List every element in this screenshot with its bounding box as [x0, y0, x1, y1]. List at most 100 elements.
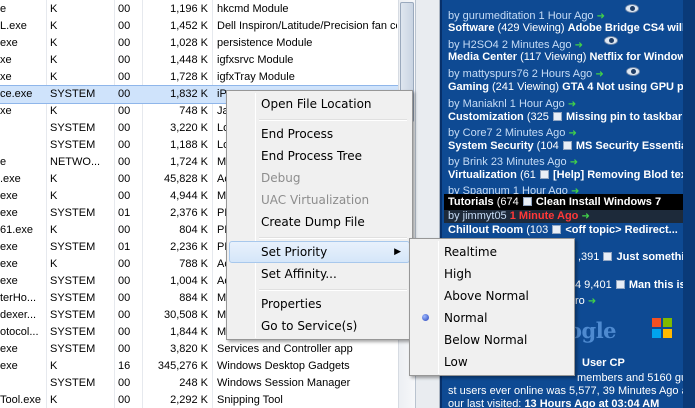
thread-title[interactable]: MS Security Essentials -: [576, 140, 695, 152]
user-cp-link[interactable]: User CP: [582, 356, 695, 370]
process-cpu: 01: [118, 241, 131, 253]
forum-name[interactable]: Chillout Room: [448, 224, 523, 236]
process-memory: 748 K: [179, 105, 208, 117]
priority-low[interactable]: Low: [412, 351, 572, 373]
forum-lastpost-line[interactable]: by Core7 2 Minutes Ago ➜: [448, 126, 695, 140]
process-name: xe: [0, 71, 12, 83]
process-description: hkcmd Module: [217, 3, 289, 15]
menu-item-properties[interactable]: Properties: [229, 293, 410, 315]
menu-item-label: High: [444, 267, 472, 281]
process-row[interactable]: exe K 16 345,276 K Windows Desktop Gadgets: [0, 358, 415, 375]
forum-name[interactable]: Media Center: [448, 51, 517, 63]
process-description: Snipping Tool: [217, 394, 283, 406]
forum-name[interactable]: Gaming: [448, 81, 489, 93]
go-arrow-icon[interactable]: ➜: [568, 99, 576, 110]
forum-name[interactable]: System Security: [448, 140, 534, 152]
process-user: K: [50, 173, 58, 185]
process-row[interactable]: xe K 00 1,448 K igfxsrvc Module: [0, 52, 415, 69]
go-arrow-icon[interactable]: ➜: [568, 128, 576, 139]
process-name: exe: [0, 241, 18, 253]
forum-row-gaming[interactable]: Gaming (241 Viewing) GTA 4 Not using GPU…: [448, 80, 695, 94]
menu-item-open-file-location[interactable]: Open File Location: [229, 93, 410, 115]
thread-title[interactable]: [Help] Removing Blod text in: [553, 169, 695, 181]
post-author[interactable]: by jimmyt05: [448, 210, 507, 222]
forum-name[interactable]: Virtualization: [448, 169, 517, 181]
process-cpu: 00: [118, 156, 131, 168]
priority-realtime[interactable]: Realtime: [412, 241, 572, 263]
forum-row-customization[interactable]: Customization (325 Missing pin to taskba…: [448, 110, 695, 124]
radio-selected-icon: [422, 314, 429, 321]
forum-lastpost-line[interactable]: by jimmyt05 1 Minute Ago ➜: [444, 210, 695, 223]
post-author[interactable]: by Core7: [448, 127, 493, 139]
forum-name[interactable]: Tutorials: [448, 196, 494, 208]
go-arrow-icon[interactable]: ➜: [570, 157, 578, 168]
priority-normal[interactable]: Normal: [412, 307, 572, 329]
process-description: Services and Controller app: [217, 343, 353, 355]
process-row[interactable]: e K 00 1,196 K hkcmd Module: [0, 1, 415, 18]
thread-title[interactable]: Clean Install Windows 7: [536, 196, 661, 208]
forum-row-media-center[interactable]: Media Center (117 Viewing) Netflix for W…: [448, 50, 695, 64]
thread-title[interactable]: Netflix for Windows 7: [589, 51, 695, 63]
menu-item-end-process-tree[interactable]: End Process Tree: [229, 145, 410, 167]
menu-item-label: UAC Virtualization: [261, 193, 370, 207]
process-row[interactable]: exe K 00 1,028 K persistence Module: [0, 35, 415, 52]
viewing-count: (429 Viewing): [497, 22, 565, 34]
forum-row-virtualization[interactable]: Virtualization (61 [Help] Removing Blod …: [448, 168, 695, 182]
process-user: K: [50, 105, 58, 117]
menu-item-go-to-services[interactable]: Go to Service(s): [229, 315, 410, 337]
thread-title[interactable]: Adobe Bridge CS4 will not: [568, 22, 695, 34]
forum-row-stats[interactable]: ,391 Just something fo: [578, 250, 695, 264]
post-author[interactable]: by Maniaknl: [448, 98, 507, 110]
forum-row-system-security[interactable]: System Security (104 MS Security Essenti…: [448, 139, 695, 153]
process-description: persistence Module: [217, 37, 313, 49]
menu-item-label: Realtime: [444, 245, 497, 259]
menu-item-create-dump-file[interactable]: Create Dump File: [229, 211, 410, 233]
forum-row-tutorials[interactable]: Tutorials (674 Clean Install Windows 7: [444, 194, 695, 210]
go-arrow-icon[interactable]: ➜: [588, 296, 596, 307]
thread-title[interactable]: Missing pin to taskbar opti: [566, 111, 695, 123]
process-cpu: 00: [118, 3, 131, 15]
eye-icon: [625, 4, 639, 13]
process-row[interactable]: exe SYSTEM 00 3,820 K Services and Controlle…: [0, 341, 415, 358]
forum-scrollbar[interactable]: [683, 0, 695, 408]
process-name: .exe: [0, 173, 21, 185]
forum-lastpost-line[interactable]: by Brink 23 Minutes Ago ➜: [448, 155, 695, 169]
post-author[interactable]: by mattyspurs76: [448, 68, 529, 80]
menu-item-set-affinity[interactable]: Set Affinity...: [229, 263, 410, 285]
forum-row-software[interactable]: Software (429 Viewing) Adobe Bridge CS4 …: [448, 21, 695, 35]
process-row[interactable]: L.exe K 00 1,452 K Dell Inspiron/Latitude/Pr…: [0, 18, 415, 35]
process-name: exe: [0, 360, 18, 372]
process-name: ce.exe: [0, 88, 33, 100]
thread-icon: [539, 170, 549, 179]
forum-name[interactable]: Customization: [448, 111, 524, 123]
process-name: L.exe: [0, 20, 27, 32]
process-row[interactable]: Tool.exe K 00 2,292 K Snipping Tool: [0, 392, 415, 408]
post-author[interactable]: by Brink: [448, 156, 488, 168]
priority-below-normal[interactable]: Below Normal: [412, 329, 572, 351]
go-arrow-icon[interactable]: ➜: [581, 211, 589, 222]
forum-lastpost-line[interactable]: by Maniaknl 1 Hour Ago ➜: [448, 97, 695, 111]
process-memory: 1,188 K: [170, 139, 208, 151]
process-user: K: [50, 20, 58, 32]
process-cpu: 00: [118, 173, 131, 185]
go-arrow-icon[interactable]: ➜: [595, 69, 603, 80]
forum-lastpost-line[interactable]: by mattyspurs76 2 Hours Ago ➜: [448, 67, 695, 81]
menu-item-end-process[interactable]: End Process: [229, 123, 410, 145]
process-row[interactable]: SYSTEM 00 248 K Windows Session Manager: [0, 375, 415, 392]
process-cpu: 00: [118, 190, 131, 202]
process-memory: 4,944 K: [170, 190, 208, 202]
process-description: igfxsrvc Module: [217, 54, 294, 66]
menu-item-set-priority[interactable]: Set Priority ▶: [229, 241, 410, 263]
user-cp-label[interactable]: User CP: [582, 357, 625, 369]
forum-name[interactable]: Software: [448, 22, 494, 34]
forum-row-stats[interactable]: 4 9,401 Man this is n: [575, 278, 695, 292]
process-row[interactable]: xe K 00 1,728 K igfxTray Module: [0, 69, 415, 86]
priority-above-normal[interactable]: Above Normal: [412, 285, 572, 307]
thread-title[interactable]: <off topic> Redirect...: [565, 224, 677, 236]
priority-high[interactable]: High: [412, 263, 572, 285]
menu-item-label: End Process Tree: [261, 149, 362, 163]
google-logo[interactable]: ogle: [568, 318, 617, 343]
process-cpu: 00: [118, 105, 131, 117]
thread-title[interactable]: GTA 4 Not using GPU prope: [562, 81, 695, 93]
forum-row-chillout-room[interactable]: Chillout Room (103 <off topic> Redirect.…: [448, 223, 695, 237]
